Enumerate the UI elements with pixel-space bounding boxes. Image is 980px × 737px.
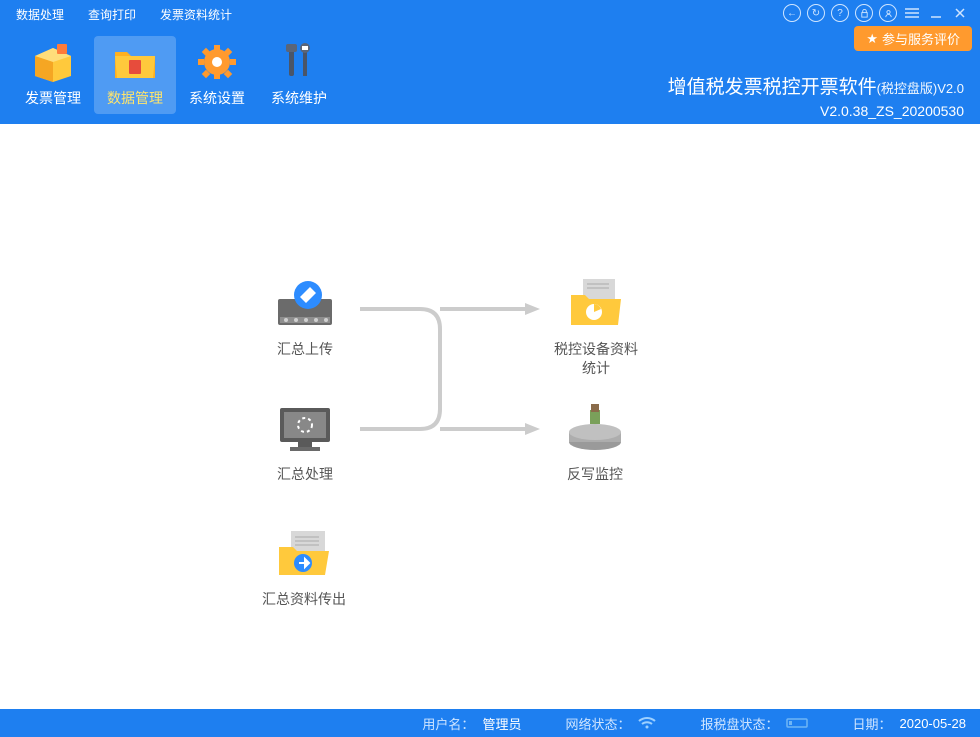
- tool-data-mgmt[interactable]: 数据管理: [94, 36, 176, 114]
- wifi-icon: [638, 716, 656, 730]
- func-summary-export[interactable]: 汇总资料传出: [262, 524, 346, 609]
- app-title-sub: (税控盘版)V2.0: [877, 81, 964, 96]
- disk-icon: [786, 717, 808, 729]
- gear-icon: [193, 42, 241, 82]
- lock-icon[interactable]: [855, 4, 873, 22]
- folder-chart-icon: [561, 274, 631, 334]
- menu-query-print[interactable]: 查询打印: [88, 6, 136, 23]
- app-version: V2.0.38_ZS_20200530: [668, 103, 964, 119]
- disk-brush-icon: [560, 399, 630, 459]
- tool-system-maintain[interactable]: 系统维护: [258, 36, 340, 114]
- film-pen-icon: [270, 274, 340, 334]
- status-user-label: 用户名：: [422, 714, 474, 733]
- func-writeback-monitor[interactable]: 反写监控: [560, 399, 630, 484]
- refresh-icon[interactable]: ↻: [807, 4, 825, 22]
- back-icon[interactable]: ←: [783, 4, 801, 22]
- status-date-value: 2020-05-28: [900, 716, 967, 731]
- close-button[interactable]: [950, 4, 970, 22]
- func-summary-process[interactable]: 汇总处理: [270, 399, 340, 484]
- monitor-icon: [270, 399, 340, 459]
- status-date-label: 日期：: [852, 714, 891, 733]
- box-icon: [29, 42, 77, 82]
- menu-invoice-stats[interactable]: 发票资料统计: [160, 6, 232, 23]
- help-icon[interactable]: ?: [831, 4, 849, 22]
- tool-system-settings[interactable]: 系统设置: [176, 36, 258, 114]
- app-title: 增值税发票税控开票软件: [668, 77, 877, 98]
- status-net-label: 网络状态：: [565, 714, 630, 733]
- menu-data-process[interactable]: 数据处理: [16, 6, 64, 23]
- tool-invoice-mgmt[interactable]: 发票管理: [12, 36, 94, 114]
- func-tax-device-stats[interactable]: 税控设备资料 统计: [554, 274, 638, 378]
- menu-icon[interactable]: [902, 4, 922, 22]
- user-icon[interactable]: [879, 4, 897, 22]
- folder-export-icon: [269, 524, 339, 584]
- folder-badge-icon: [111, 42, 159, 82]
- status-user-value: 管理员: [482, 714, 521, 733]
- flow-arrows: [340, 279, 560, 499]
- minimize-button[interactable]: [926, 4, 946, 22]
- func-summary-upload[interactable]: 汇总上传: [270, 274, 340, 359]
- status-tax-label: 报税盘状态：: [700, 714, 778, 733]
- tools-icon: [275, 42, 323, 82]
